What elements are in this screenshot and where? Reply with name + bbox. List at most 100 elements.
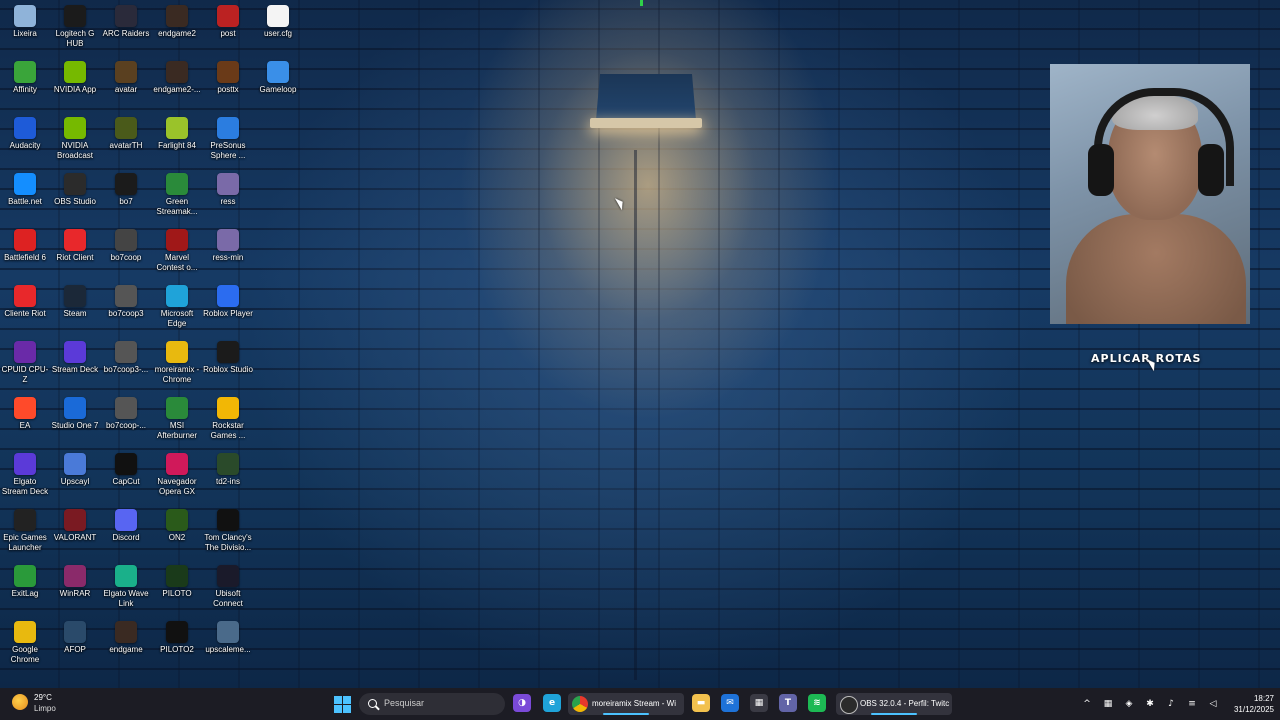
desktop-icon-label: WinRAR [59,589,91,598]
start-button[interactable] [334,694,352,714]
desktop-icon[interactable]: Gameloop [253,61,303,117]
chrome-task-button[interactable]: moreiramix Stream - Wi [568,693,684,715]
microphone-icon[interactable]: ♪ [1164,697,1178,711]
desktop-icon[interactable]: ARC Raiders [101,5,151,61]
desktop-icon[interactable]: td2-ins [203,453,253,509]
desktop-icon[interactable]: MSI Afterburner [152,397,202,453]
desktop-icon[interactable]: moreiramix - Chrome [152,341,202,397]
desktop-icon[interactable]: bo7coop3-... [101,341,151,397]
chrome-icon [572,696,588,712]
desktop-icon[interactable]: CapCut [101,453,151,509]
desktop-icon[interactable]: PreSonus Sphere ... [203,117,253,173]
desktop-icon[interactable]: OBS Studio [50,173,100,229]
ubisoft-icon [217,565,239,587]
desktop-icon[interactable]: Green Streamak... [152,173,202,229]
copilot-icon[interactable]: ◑ [513,694,531,712]
desktop-icon[interactable]: PILOTO [152,565,202,621]
desktop-icon[interactable]: Ubisoft Connect [203,565,253,621]
volume-icon[interactable]: ◁ [1206,697,1220,711]
desktop-icon[interactable]: Riot Client [50,229,100,285]
desktop-icon[interactable]: Upscayl [50,453,100,509]
desktop-icon[interactable]: NVIDIA App [50,61,100,117]
webcam-overlay [1050,64,1250,324]
desktop-icon[interactable]: Marvel Contest o... [152,229,202,285]
desktop-icon-label: NVIDIA Broadcast [56,141,94,160]
desktop-icon[interactable]: Studio One 7 [50,397,100,453]
obs-task-button[interactable]: OBS 32.0.4 - Perfil: Twitc [836,693,952,715]
clock[interactable]: 18:27 31/12/2025 [1222,693,1274,714]
desktop-icon[interactable]: ress-min [203,229,253,285]
desktop-icon-label: endgame2-... [153,85,201,94]
desktop-icon[interactable]: ress [203,173,253,229]
stream-deck-tray-icon[interactable]: ▦ [1101,697,1115,711]
game-icon [166,5,188,27]
desktop-icon[interactable]: Google Chrome [0,621,50,677]
desktop-icon[interactable]: Farlight 84 [152,117,202,173]
desktop-icon-label: AFOP [64,645,86,654]
edge-icon[interactable]: e [543,694,561,712]
desktop-icon[interactable]: avatarTH [101,117,151,173]
desktop-icon[interactable]: upscaleme... [203,621,253,677]
desktop-icon[interactable]: Battle.net [0,173,50,229]
recycle-bin-icon [14,5,36,27]
file-explorer-icon[interactable]: ▬ [692,694,710,712]
desktop-icon[interactable]: Rockstar Games ... [203,397,253,453]
desktop-icon[interactable]: Battlefield 6 [0,229,50,285]
desktop-icon[interactable]: post [203,5,253,61]
desktop-icon[interactable]: Lixeira [0,5,50,61]
network-icon[interactable]: ≡ [1185,697,1199,711]
desktop-icon-label: Ubisoft Connect [213,589,243,608]
green-indicator [640,0,643,6]
desktop-icon[interactable]: Tom Clancy's The Divisio... [203,509,253,565]
desktop-icon[interactable]: WinRAR [50,565,100,621]
desktop-icon[interactable]: NVIDIA Broadcast [50,117,100,173]
streamdeck-icon [14,453,36,475]
desktop-icon[interactable]: EA [0,397,50,453]
search-placeholder: Pesquisar [384,698,425,708]
afop-icon [64,621,86,643]
settings-tray-icon[interactable]: ✱ [1143,697,1157,711]
outlook-icon[interactable]: ✉ [721,694,739,712]
desktop-icon[interactable]: bo7coop-... [101,397,151,453]
desktop-icon[interactable]: Epic Games Launcher [0,509,50,565]
desktop-icon[interactable]: Navegador Opera GX [152,453,202,509]
desktop-icon[interactable]: AFOP [50,621,100,677]
desktop-icon[interactable]: Steam [50,285,100,341]
desktop-icon[interactable]: endgame [101,621,151,677]
desktop-icon[interactable]: Elgato Wave Link [101,565,151,621]
desktop-icon[interactable]: Affinity [0,61,50,117]
desktop-icon[interactable]: bo7 [101,173,151,229]
desktop-icon[interactable]: VALORANT [50,509,100,565]
weather-widget[interactable]: 29°C Limpo [8,693,78,714]
desktop-icon[interactable]: PILOTO2 [152,621,202,677]
desktop-icon[interactable]: endgame2 [152,5,202,61]
desktop-icon[interactable]: Roblox Studio [203,341,253,397]
desktop-icon[interactable]: Logitech G HUB [50,5,100,61]
spotify-icon[interactable]: ≋ [808,694,826,712]
desktop-icon[interactable]: Elgato Stream Deck [0,453,50,509]
desktop-icon[interactable]: bo7coop3 [101,285,151,341]
desktop-icon[interactable]: endgame2-... [152,61,202,117]
desktop-icon[interactable]: ON2 [152,509,202,565]
desktop-icon[interactable]: CPUID CPU-Z [0,341,50,397]
search-box[interactable]: Pesquisar [359,693,505,715]
desktop-icon-label: bo7coop3 [108,309,144,318]
desktop-icon[interactable]: bo7coop [101,229,151,285]
desktop-icon[interactable]: Cliente Riot [0,285,50,341]
desktop-icon-label: Marvel Contest o... [156,253,198,272]
desktop-icon[interactable]: Discord [101,509,151,565]
desktop-icon[interactable]: Roblox Player [203,285,253,341]
desktop-icon[interactable]: avatar [101,61,151,117]
store-icon[interactable]: ▦ [750,694,768,712]
teams-icon[interactable]: T [779,694,797,712]
desktop-icon[interactable]: ExitLag [0,565,50,621]
chevron-up-icon[interactable]: ^ [1080,697,1094,711]
desktop-icon[interactable]: Audacity [0,117,50,173]
desktop-icon[interactable]: Microsoft Edge [152,285,202,341]
desktop-icon[interactable]: Stream Deck [50,341,100,397]
security-tray-icon[interactable]: ◈ [1122,697,1136,711]
desktop-icon[interactable]: posttx [203,61,253,117]
desktop-icon[interactable]: user.cfg [253,5,303,61]
desktop-icon-label: Google Chrome [10,645,40,664]
game-icon [115,229,137,251]
